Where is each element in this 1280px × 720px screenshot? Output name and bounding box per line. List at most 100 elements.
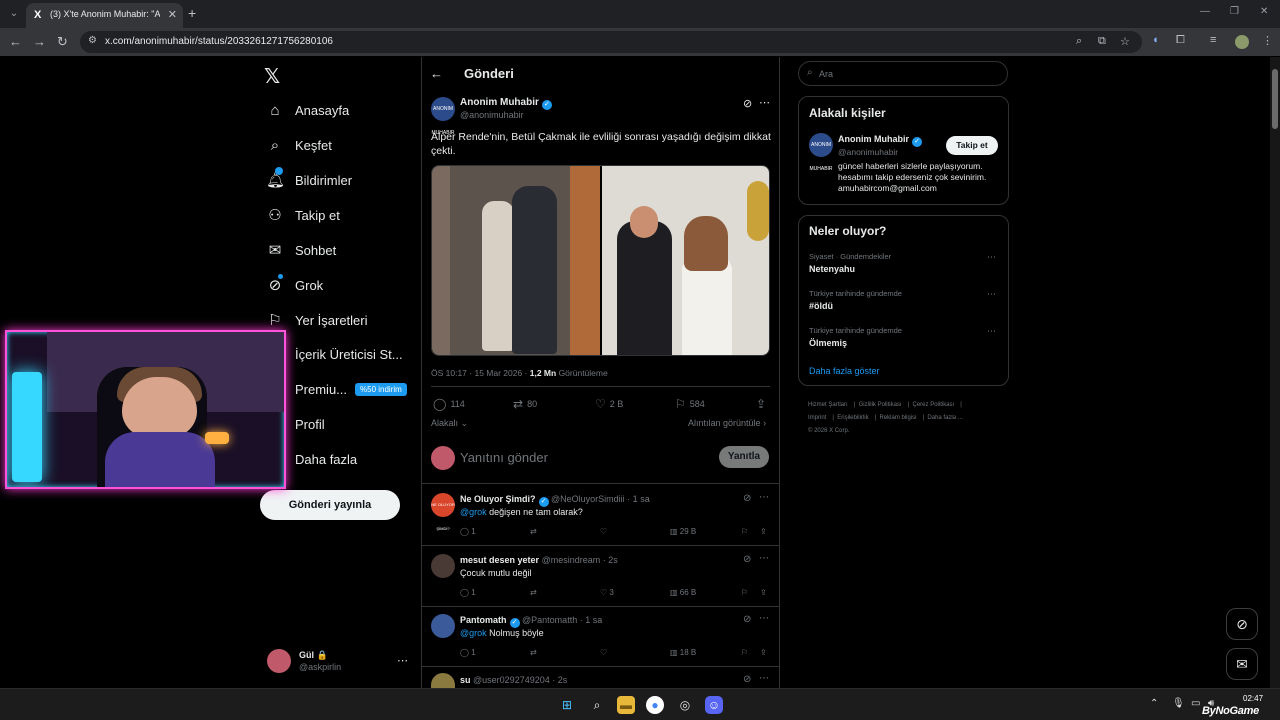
search-box[interactable]: ⌕ — [798, 61, 1008, 86]
footer-link[interactable]: Daha fazla ... — [927, 415, 962, 421]
nav-chat[interactable]: ✉ Sohbet — [266, 237, 337, 263]
like-action[interactable]: ♡ 2 B — [595, 397, 623, 411]
mention-link[interactable]: @grok — [460, 507, 487, 517]
taskbar-search-icon[interactable]: ⌕ — [588, 696, 606, 714]
footer-link[interactable]: Imprint — [808, 415, 826, 421]
follow-button[interactable]: Takip et — [946, 136, 998, 155]
grok-explain-icon[interactable]: ⊘ — [743, 614, 751, 625]
comment-bookmark-action[interactable]: ⚐ — [741, 588, 748, 597]
comment-more-icon[interactable]: ⋯ — [759, 613, 769, 624]
comment-header[interactable]: mesut desen yeter @mesindream · 2s — [460, 555, 618, 565]
footer-link[interactable]: Gizlilik Politikası — [859, 402, 902, 408]
install-icon[interactable]: ⧉ — [1098, 35, 1106, 48]
nav-explore[interactable]: ⌕ Keşfet — [266, 132, 332, 158]
reply-action[interactable]: ◯ 114 — [433, 397, 465, 411]
suggested-handle[interactable]: @anonimuhabir — [838, 147, 898, 157]
comment-repost-action[interactable]: ⇄ — [530, 527, 537, 536]
footer-link[interactable]: Reklam bilgisi — [880, 415, 917, 421]
author-handle[interactable]: @anonimuhabir — [460, 110, 524, 120]
comment-avatar[interactable] — [431, 554, 455, 578]
minimize-icon[interactable]: — — [1200, 6, 1210, 17]
account-name[interactable]: Gül 🔒 — [299, 650, 328, 661]
grok-explain-icon[interactable]: ⊘ — [743, 493, 751, 504]
trend-more-icon[interactable]: ⋯ — [987, 289, 996, 300]
trend-more-icon[interactable]: ⋯ — [987, 326, 996, 337]
comment-more-icon[interactable]: ⋯ — [759, 673, 769, 684]
post-image[interactable] — [431, 165, 770, 356]
window-close-icon[interactable]: ✕ — [1260, 6, 1268, 17]
mention-link[interactable]: @grok — [460, 628, 487, 638]
comment-share-action[interactable]: ⇪ — [760, 527, 767, 536]
comment-like-action[interactable]: ♡ — [600, 527, 607, 536]
trend-more-icon[interactable]: ⋯ — [987, 252, 996, 263]
discord-icon[interactable]: ☺ — [705, 696, 723, 714]
repost-action[interactable]: ⇄ 80 — [513, 397, 537, 411]
obs-icon[interactable]: ◎ — [676, 696, 694, 714]
address-bar[interactable]: ⚙ x.com/anonimuhabir/status/203326127175… — [80, 31, 1142, 53]
footer-link[interactable]: Hizmet Şartları — [808, 402, 848, 408]
comment-share-action[interactable]: ⇪ — [760, 648, 767, 657]
post-time[interactable]: ÖS 10:17 · 15 Mar 2026 · — [431, 368, 530, 378]
chrome-icon[interactable]: ● — [646, 696, 664, 714]
share-action[interactable]: ⇪ — [756, 397, 766, 411]
nav-follow[interactable]: ⚇ Takip et — [266, 202, 340, 228]
show-more-link[interactable]: Daha fazla göster — [809, 366, 880, 376]
comment-reply-action[interactable]: ◯ 1 — [460, 648, 476, 657]
nav-grok[interactable]: ⊘ Grok — [266, 272, 323, 298]
tray-chevron-icon[interactable]: ⌃ — [1150, 698, 1158, 709]
tab-close-icon[interactable]: ✕ — [168, 8, 177, 21]
footer-link[interactable]: Çerez Politikası — [913, 402, 955, 408]
comment-reply-action[interactable]: ◯ 1 — [460, 588, 476, 597]
restore-icon[interactable]: ❐ — [1230, 6, 1239, 17]
back-icon[interactable]: ← — [9, 34, 22, 49]
grok-explain-icon[interactable]: ⊘ — [743, 97, 752, 110]
display-icon[interactable]: ▭ — [1191, 698, 1200, 709]
site-info-icon[interactable]: ⚙ — [88, 35, 97, 46]
comment-avatar[interactable]: NE OLUYOR ŞİMDİ? — [431, 493, 455, 531]
clock[interactable]: 02:47 — [1243, 694, 1263, 704]
comment-header[interactable]: Ne Oluyor Şimdi? ✓ @NeOluyorSimdiii · 1 s… — [460, 494, 650, 507]
account-handle[interactable]: @askpirlin — [299, 662, 341, 672]
page-scrollbar[interactable] — [1270, 57, 1280, 688]
extensions-icon[interactable]: ⧠ — [1176, 34, 1185, 47]
comment-views-action[interactable]: ▥ 66 B — [670, 588, 696, 597]
comment-header[interactable]: su @user0292749204 · 2s — [460, 675, 567, 685]
reading-list-icon[interactable]: ≡ — [1210, 34, 1216, 46]
reload-icon[interactable]: ↻ — [57, 34, 68, 50]
post-button[interactable]: Gönderi yayınla — [260, 490, 400, 520]
post-more-icon[interactable]: ⋯ — [759, 96, 770, 109]
nav-premium[interactable]: 𝕏 Premiu... %50 indirim — [266, 376, 407, 402]
account-avatar[interactable] — [267, 649, 291, 673]
comment-views-action[interactable]: ▥ 18 B — [670, 648, 696, 657]
zoom-icon[interactable]: ⌕ — [1076, 35, 1082, 48]
author-avatar[interactable]: ANONIM MUHABIR — [431, 97, 455, 136]
nav-notifications[interactable]: 🔔︎ Bildirimler — [266, 167, 352, 193]
trend-name[interactable]: Netenyahu — [809, 264, 855, 274]
trend-name[interactable]: Ölmemiş — [809, 338, 847, 348]
bookmark-action[interactable]: ⚐ 584 — [675, 397, 705, 411]
profile-avatar[interactable] — [1235, 35, 1249, 49]
comment-repost-action[interactable]: ⇄ — [530, 648, 537, 657]
tab-search-icon[interactable]: ⌄ — [6, 6, 22, 22]
grok-explain-icon[interactable]: ⊘ — [743, 674, 751, 685]
comment-share-action[interactable]: ⇪ — [760, 588, 767, 597]
account-more-icon[interactable]: ⋯ — [397, 654, 408, 667]
comment-repost-action[interactable]: ⇄ — [530, 588, 537, 597]
start-icon[interactable]: ⊞ — [558, 696, 576, 714]
suggested-name[interactable]: Anonim Muhabir ✓ — [838, 134, 922, 147]
mic-icon[interactable]: 🎙︎ — [1172, 698, 1185, 709]
browser-tab[interactable]: X (3) X'te Anonim Muhabir: "Alpe ✕ — [26, 3, 183, 28]
reply-input[interactable]: Yanıtını gönder — [460, 450, 548, 465]
scroll-thumb[interactable] — [1272, 69, 1278, 129]
sort-dropdown[interactable]: Alakalı ⌄ — [431, 418, 468, 429]
messages-fab-icon[interactable]: ✉ — [1226, 648, 1258, 680]
url-text[interactable]: x.com/anonimuhabir/status/20332612717562… — [105, 36, 333, 47]
footer-link[interactable]: Erişilebilirlik — [837, 415, 868, 421]
comment-bookmark-action[interactable]: ⚐ — [741, 648, 748, 657]
nav-home[interactable]: ⌂ Anasayfa — [266, 97, 349, 123]
comment-reply-action[interactable]: ◯ 1 — [460, 527, 476, 536]
comment-more-icon[interactable]: ⋯ — [759, 492, 769, 503]
grok-fab-icon[interactable]: ⊘ — [1226, 608, 1258, 640]
nav-creator-studio[interactable]: ◧ İçerik Üreticisi St... — [266, 341, 403, 367]
search-input[interactable] — [819, 65, 999, 82]
